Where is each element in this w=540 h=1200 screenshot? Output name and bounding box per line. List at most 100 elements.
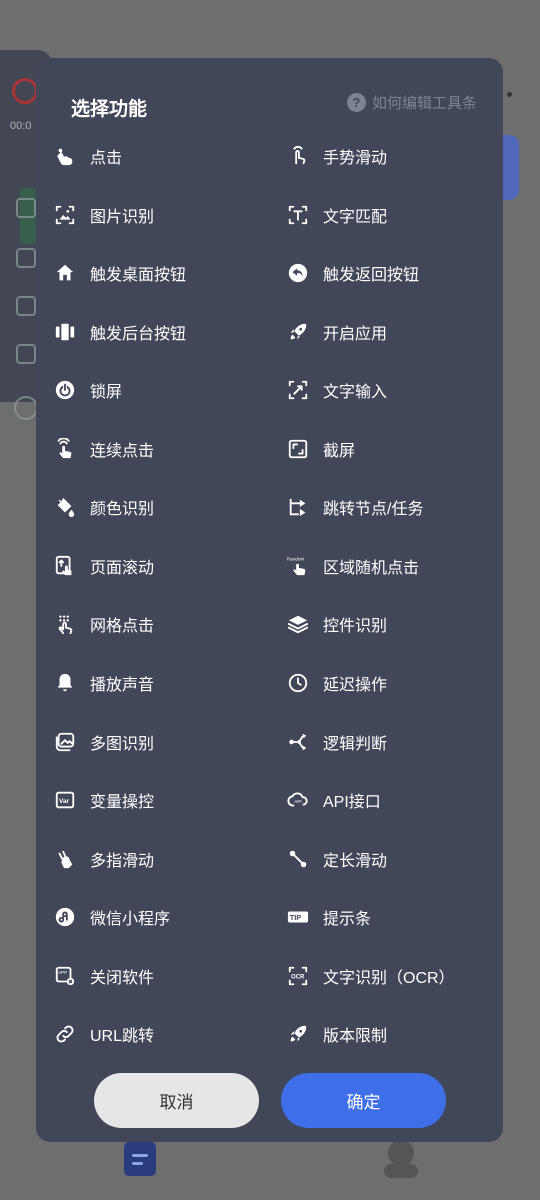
help-link[interactable]: ? 如何编辑工具条 (346, 92, 477, 113)
svg-text:Var: Var (59, 798, 69, 805)
function-item-label: 图片识别 (90, 208, 155, 226)
function-item[interactable]: 手势滑动 (287, 136, 387, 176)
page-scroll-icon (54, 555, 76, 577)
confirm-button[interactable]: 确定 (281, 1073, 446, 1128)
image-recognition-icon (54, 204, 76, 226)
function-item-label: 页面滚动 (90, 559, 155, 577)
function-item-label: 延迟操作 (323, 676, 388, 694)
function-item-label: 网格点击 (90, 618, 155, 636)
layers-icon (287, 613, 309, 635)
function-item-label: 点击 (90, 150, 123, 167)
dialog-title: 选择功能 (71, 99, 148, 120)
ocr-icon: OCR (287, 965, 309, 987)
paint-bucket-icon (54, 496, 76, 518)
screenshot-icon (287, 438, 309, 460)
function-item[interactable]: 多图识别 (54, 722, 154, 762)
function-item-label: 文字匹配 (323, 208, 388, 226)
function-item[interactable]: 多指滑动 (54, 839, 154, 879)
nav-tasks-icon (124, 1142, 156, 1176)
help-text: 如何编辑工具条 (371, 95, 477, 112)
clock-icon (287, 672, 309, 694)
cancel-button[interactable]: 取消 (94, 1073, 259, 1128)
tap-icon (54, 145, 76, 167)
function-item[interactable]: Random 区域随机点击 (287, 546, 419, 586)
function-item[interactable]: 图片识别 (54, 195, 154, 235)
function-item-label: 区域随机点击 (323, 559, 420, 577)
bell-icon (54, 672, 76, 694)
multi-image-icon (54, 731, 76, 753)
grid-tap-icon (54, 613, 76, 635)
svg-text:API: API (294, 799, 301, 804)
svg-text:OCR: OCR (291, 974, 305, 980)
function-item-label: 触发后台按钮 (90, 325, 187, 343)
function-item-label: 多指滑动 (90, 852, 155, 870)
function-item[interactable]: Var 变量操控 (54, 780, 154, 820)
tip-icon: TIP (287, 906, 309, 928)
function-item[interactable]: 版本限制 (287, 1014, 387, 1054)
function-item-label: 播放声音 (90, 676, 155, 694)
function-item[interactable]: APP 关闭软件 (54, 956, 154, 996)
jump-node-icon (287, 496, 309, 518)
function-item[interactable]: 逻辑判断 (287, 722, 387, 762)
function-item-label: URL跳转 (90, 1028, 155, 1046)
function-item[interactable]: 定长滑动 (287, 839, 387, 879)
function-item[interactable]: 页面滚动 (54, 546, 154, 586)
function-item-label: 逻辑判断 (323, 735, 388, 753)
function-item[interactable]: 触发桌面按钮 (54, 253, 186, 293)
function-item-label: 版本限制 (323, 1028, 388, 1046)
fixed-swipe-icon (287, 848, 309, 870)
function-item[interactable]: 点击 (54, 136, 122, 176)
random-tap-icon: Random (287, 555, 309, 577)
function-item[interactable]: 截屏 (287, 429, 355, 469)
function-item[interactable]: 开启应用 (287, 312, 387, 352)
function-item-label: 控件识别 (323, 618, 388, 636)
function-item[interactable]: 网格点击 (54, 604, 154, 644)
layers-icon (16, 344, 36, 364)
function-item-label: 截屏 (323, 442, 356, 460)
recording-time: 00:0 (10, 120, 32, 132)
function-item-label: 手势滑动 (323, 150, 388, 167)
variable-icon: Var (54, 789, 76, 811)
function-item[interactable]: 触发返回按钮 (287, 253, 419, 293)
function-item-label: 触发返回按钮 (323, 267, 420, 285)
menu-dot (507, 92, 512, 97)
more-icon (14, 396, 38, 420)
function-item-label: 触发桌面按钮 (90, 267, 187, 285)
function-item[interactable]: 文字输入 (287, 370, 387, 410)
svg-text:TIP: TIP (290, 913, 302, 922)
function-item[interactable]: OCR 文字识别（OCR） (287, 956, 455, 996)
function-item[interactable]: 连续点击 (54, 429, 154, 469)
svg-text:APP: APP (58, 970, 67, 975)
function-item-label: 跳转节点/任务 (323, 501, 424, 519)
power-icon (54, 379, 76, 401)
text-match-icon (287, 204, 309, 226)
function-item[interactable]: 播放声音 (54, 663, 154, 703)
api-cloud-icon: API (287, 789, 309, 811)
rocket-icon (287, 1023, 309, 1045)
function-item[interactable]: 微信小程序 (54, 897, 170, 937)
image-icon (16, 198, 36, 218)
function-item[interactable]: TIP 提示条 (287, 897, 371, 937)
function-item[interactable]: API API接口 (287, 780, 381, 820)
text-icon (16, 248, 36, 268)
nav-profile-icon (388, 1140, 414, 1166)
multi-finger-swipe-icon (54, 848, 76, 870)
function-item-label: 关闭软件 (90, 969, 155, 987)
function-item[interactable]: 跳转节点/任务 (287, 487, 423, 527)
function-item-label: 变量操控 (90, 794, 155, 812)
function-item[interactable]: URL跳转 (54, 1014, 154, 1054)
function-item-label: 连续点击 (90, 442, 155, 460)
function-item-label: 提示条 (323, 911, 372, 929)
swipe-gesture-icon (287, 145, 309, 167)
function-item[interactable]: 锁屏 (54, 370, 122, 410)
multi-tap-icon (54, 437, 76, 460)
record-icon (12, 78, 38, 104)
function-item[interactable]: 颜色识别 (54, 487, 154, 527)
function-item[interactable]: 控件识别 (287, 604, 387, 644)
function-item[interactable]: 触发后台按钮 (54, 312, 186, 352)
function-item-label: API接口 (323, 794, 381, 812)
function-item[interactable]: 延迟操作 (287, 663, 387, 703)
function-item[interactable]: 文字匹配 (287, 195, 387, 235)
mini-program-icon (54, 906, 76, 928)
home-icon (54, 262, 76, 284)
